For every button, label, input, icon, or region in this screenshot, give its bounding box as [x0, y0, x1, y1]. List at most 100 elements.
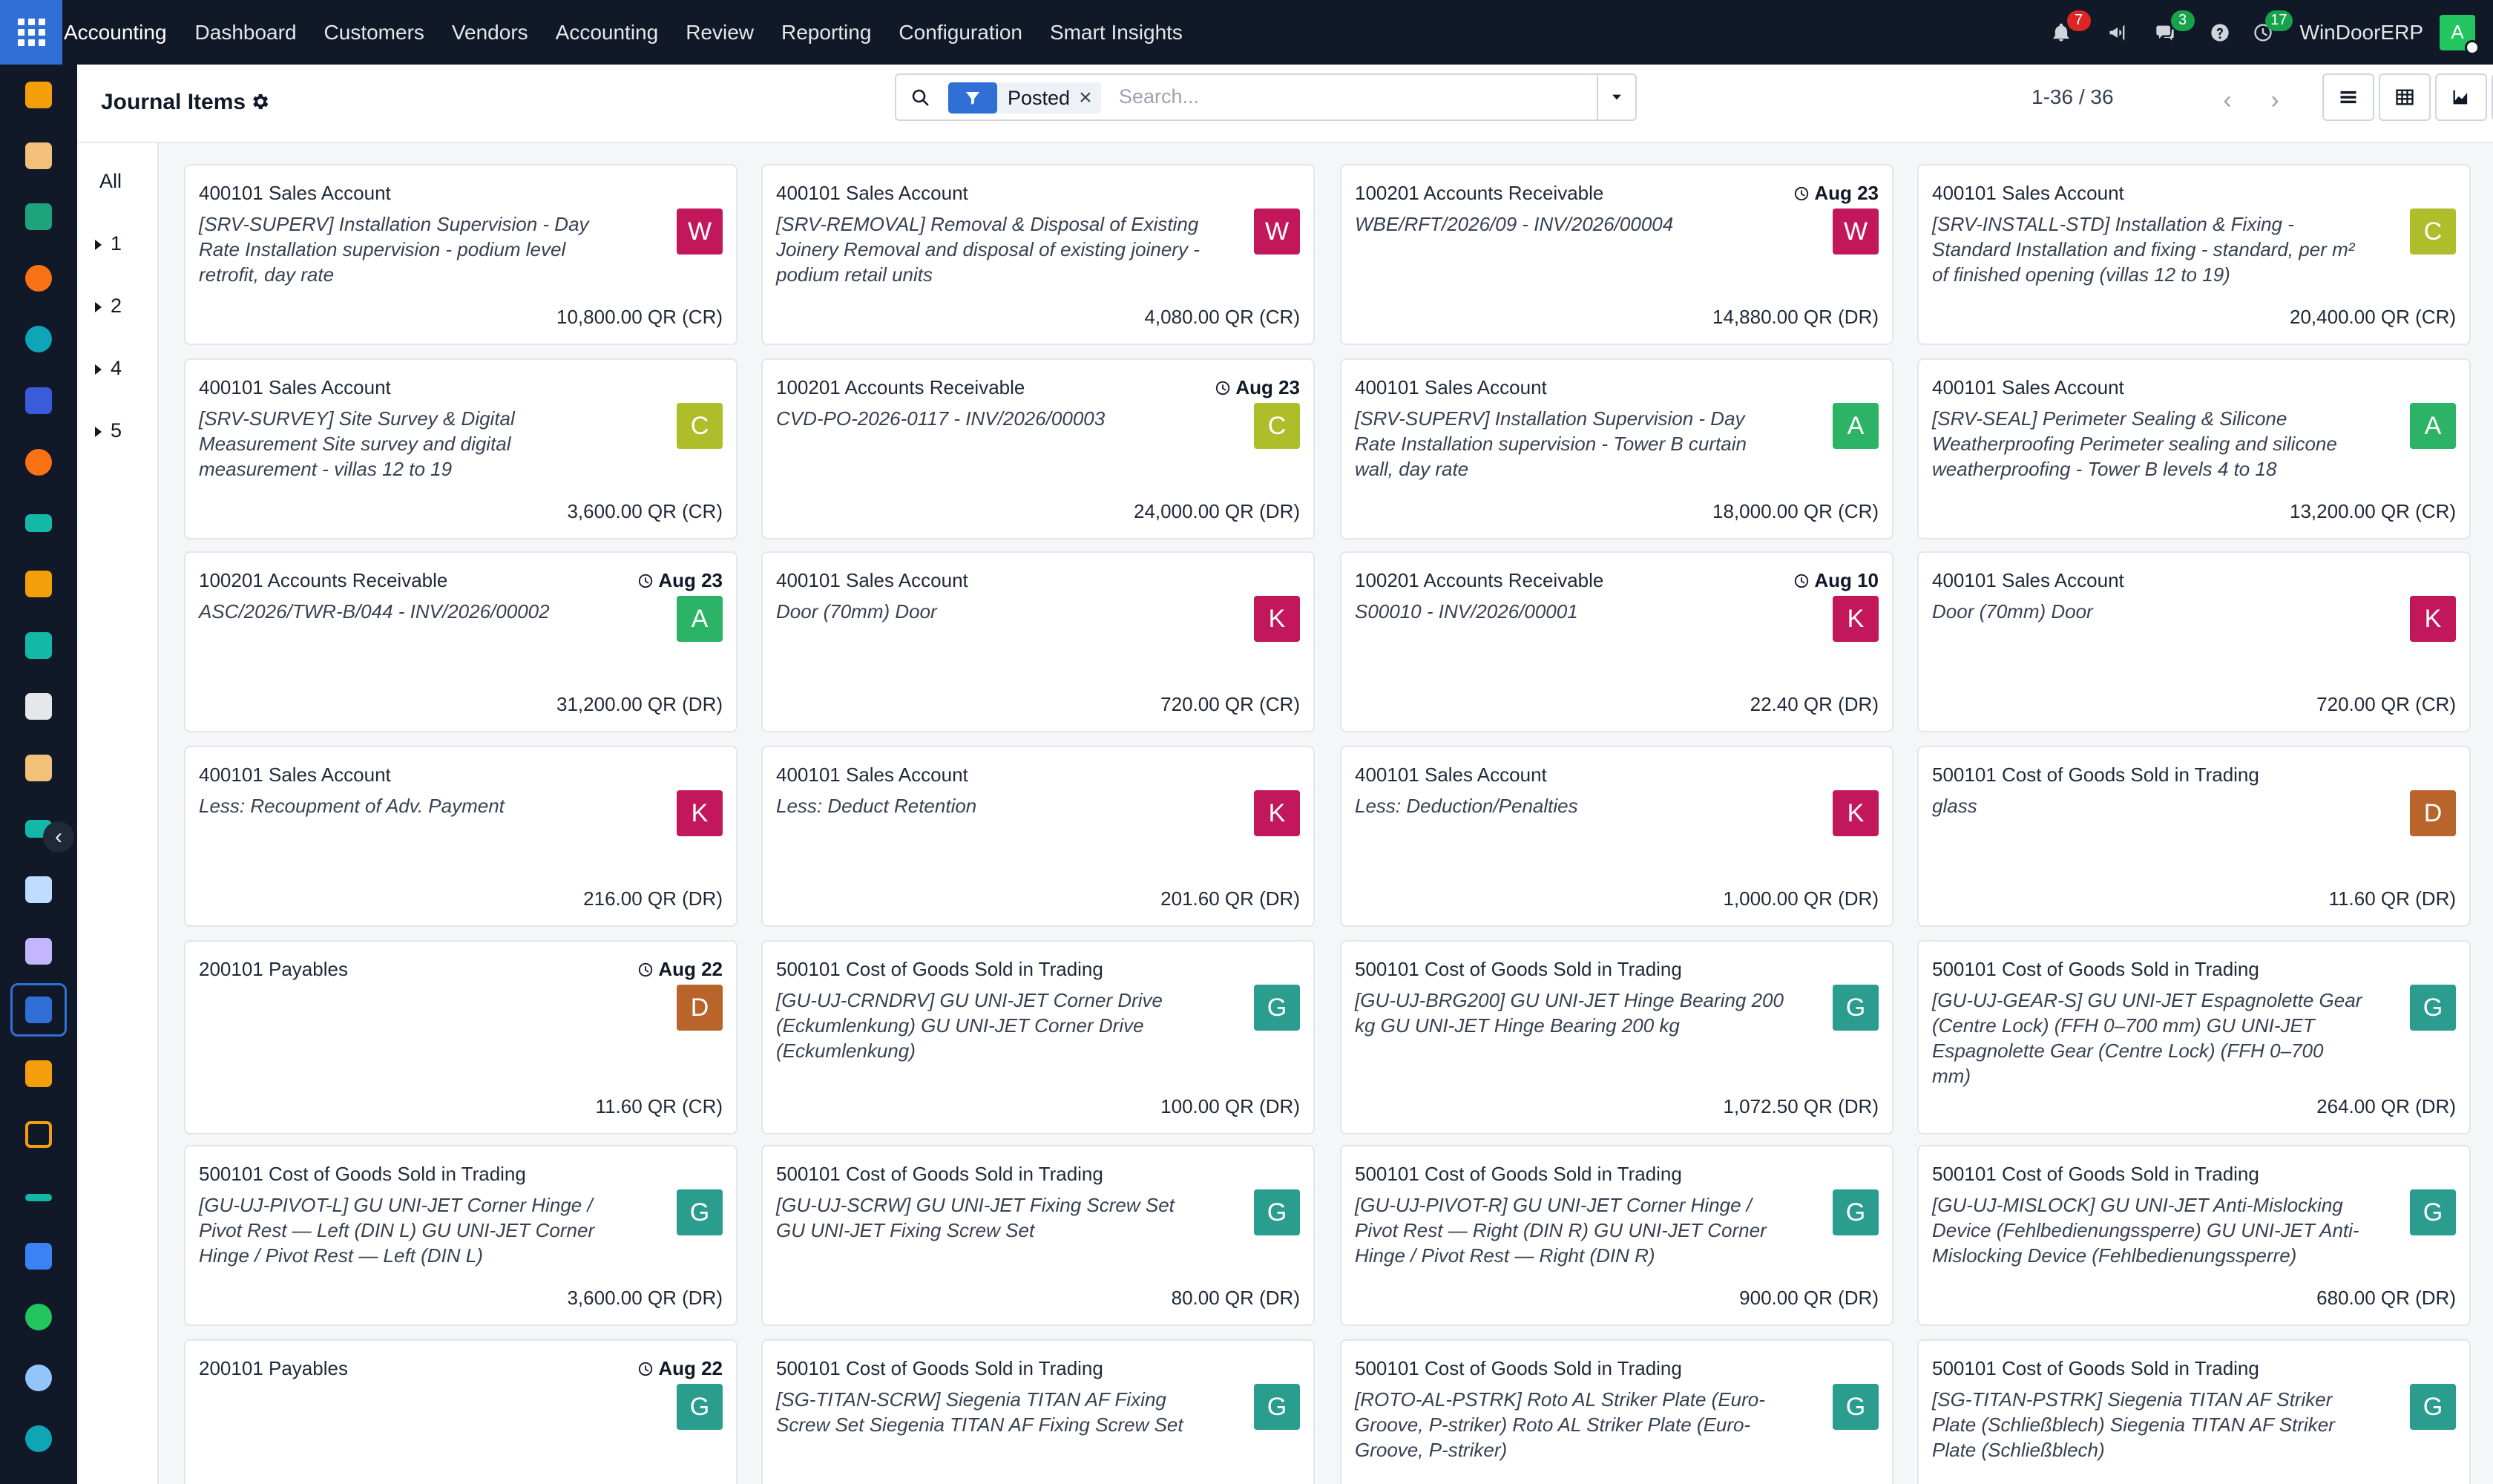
menu-accounting[interactable]: Accounting [556, 21, 659, 45]
journal-item-card[interactable]: 400101 Sales Account Door (70mm) Door K 720… [761, 551, 1315, 732]
partner-avatar[interactable]: G [1254, 1384, 1300, 1430]
whatsapp-app-icon[interactable] [25, 1304, 52, 1330]
team-app-icon[interactable] [25, 1060, 52, 1087]
help-icon[interactable] [2205, 18, 2235, 47]
waves-app-icon[interactable] [25, 1425, 52, 1452]
partner-avatar[interactable]: G [677, 1189, 723, 1235]
journal-item-card[interactable]: 400101 Sales Account Less: Recoupment of … [184, 746, 738, 927]
sign-app-icon[interactable] [25, 1194, 52, 1201]
menu-review[interactable]: Review [686, 21, 754, 45]
partner-avatar[interactable]: C [677, 403, 723, 449]
gear-icon[interactable] [249, 91, 270, 112]
reports-app-icon[interactable] [25, 571, 52, 597]
chart-bars-app-icon[interactable] [25, 82, 52, 108]
menu-reporting[interactable]: Reporting [781, 21, 871, 45]
journal-item-card[interactable]: 500101 Cost of Goods Sold in Trading [SG-… [761, 1339, 1315, 1484]
partner-avatar[interactable]: G [2410, 1384, 2456, 1430]
app-brand[interactable]: Accounting [64, 21, 167, 45]
menu-vendors[interactable]: Vendors [452, 21, 528, 45]
search-options-toggle[interactable] [1597, 75, 1635, 119]
partner-avatar[interactable]: W [677, 209, 723, 255]
pivot-view-button[interactable] [2379, 73, 2431, 121]
partner-avatar[interactable]: K [1254, 596, 1300, 642]
timer-app-icon[interactable] [25, 1365, 52, 1391]
partner-avatar[interactable]: G [2410, 985, 2456, 1031]
page-title[interactable]: Journal Items [101, 90, 246, 115]
ribbon-app-icon[interactable] [25, 514, 52, 532]
journal-item-card[interactable]: 500101 Cost of Goods Sold in Trading [GU-… [1917, 1145, 2471, 1326]
employees-app-icon[interactable] [25, 632, 52, 659]
inventory-app-icon[interactable] [25, 693, 52, 720]
megaphone-icon[interactable] [2103, 18, 2132, 47]
journal-item-card[interactable]: 400101 Sales Account [SRV-INSTALL-STD] In… [1917, 164, 2471, 345]
partner-avatar[interactable]: G [2410, 1189, 2456, 1235]
menu-customers[interactable]: Customers [324, 21, 424, 45]
journal-item-card[interactable]: 400101 Sales Account Less: Deduct Retenti… [761, 746, 1315, 927]
journal-item-card[interactable]: 500101 Cost of Goods Sold in Trading [GU-… [761, 1145, 1315, 1326]
partner-avatar[interactable]: G [1254, 1189, 1300, 1235]
journal-item-card[interactable]: 500101 Cost of Goods Sold in Trading [GU-… [1917, 940, 2471, 1135]
search-input[interactable] [1119, 85, 1564, 108]
journal-item-card[interactable]: 400101 Sales Account Door (70mm) Door K 720… [1917, 551, 2471, 732]
journal-item-card[interactable]: 400101 Sales Account [SRV-SURVEY] Site Su… [184, 358, 738, 539]
journal-item-card[interactable]: 500101 Cost of Goods Sold in Trading [GU-… [1340, 1145, 1893, 1326]
partner-avatar[interactable]: K [1833, 790, 1879, 836]
partner-avatar[interactable]: W [1254, 209, 1300, 255]
journal-item-card[interactable]: 100201 Accounts Receivable Aug 23 WBE/RFT/… [1340, 164, 1893, 345]
graph-view-button[interactable] [2435, 73, 2487, 121]
group-item[interactable]: 2 [95, 295, 122, 318]
journal-item-card[interactable]: 500101 Cost of Goods Sold in Trading [ROT… [1340, 1339, 1893, 1484]
search-icon[interactable] [910, 87, 932, 109]
tools-app-icon[interactable] [25, 755, 52, 781]
journal-item-card[interactable]: 200101 Payables Aug 22 D 11.60 QR (CR) [184, 940, 738, 1135]
chat-app-icon[interactable] [25, 449, 52, 476]
partner-avatar[interactable]: G [1833, 985, 1879, 1031]
partner-avatar[interactable]: K [1833, 596, 1879, 642]
pager-value[interactable]: 1-36 / 36 [2031, 85, 2114, 109]
discuss-app-icon[interactable] [25, 265, 52, 292]
sidebar-collapse-icon[interactable]: ‹ [43, 821, 74, 853]
partner-avatar[interactable]: C [2410, 209, 2456, 255]
partner-avatar[interactable]: C [1254, 403, 1300, 449]
partner-avatar[interactable]: K [1254, 790, 1300, 836]
partner-avatar[interactable]: A [677, 596, 723, 642]
journal-item-card[interactable]: 100201 Accounts Receivable Aug 10 S00010 -… [1340, 551, 1893, 732]
mail-app-icon[interactable] [25, 387, 52, 414]
company-switcher[interactable]: WinDoorERP [2300, 21, 2423, 45]
menu-configuration[interactable]: Configuration [899, 21, 1022, 45]
journal-item-card[interactable]: 400101 Sales Account [SRV-REMOVAL] Remova… [761, 164, 1315, 345]
partner-avatar[interactable]: D [677, 985, 723, 1031]
journal-item-card[interactable]: 500101 Cost of Goods Sold in Trading [GU-… [761, 940, 1315, 1135]
partner-avatar[interactable]: D [2410, 790, 2456, 836]
calendar-app-icon[interactable] [25, 1121, 52, 1148]
menu-dashboard[interactable]: Dashboard [195, 21, 297, 45]
knowledge-app-icon[interactable] [25, 876, 52, 903]
journal-item-card[interactable]: 200101 Payables Aug 22 G [184, 1339, 738, 1484]
journal-item-card[interactable]: 400101 Sales Account [SRV-SUPERV] Install… [1340, 358, 1893, 539]
contacts-app-icon[interactable] [25, 203, 52, 230]
wave-app-icon[interactable] [25, 326, 52, 352]
partner-avatar[interactable]: G [677, 1384, 723, 1430]
clock-activity-icon[interactable]: 17 [2248, 10, 2293, 47]
partner-avatar[interactable]: G [1833, 1384, 1879, 1430]
partner-avatar[interactable]: K [2410, 596, 2456, 642]
menu-smart-insights[interactable]: Smart Insights [1050, 21, 1183, 45]
group-item[interactable]: 5 [95, 419, 122, 442]
pager-next-icon[interactable]: › [2254, 79, 2296, 121]
partner-avatar[interactable]: K [677, 790, 723, 836]
partner-avatar[interactable]: G [1254, 985, 1300, 1031]
messages-icon[interactable]: 3 [2150, 10, 2195, 47]
journal-item-card[interactable]: 100201 Accounts Receivable Aug 23 ASC/2026… [184, 551, 738, 732]
dashboard-app-icon[interactable] [25, 1243, 52, 1270]
journal-item-card[interactable]: 500101 Cost of Goods Sold in Trading glas… [1917, 746, 2471, 927]
group-all[interactable]: All [99, 170, 122, 193]
user-avatar[interactable]: A [2440, 14, 2480, 55]
journal-item-card[interactable]: 400101 Sales Account [SRV-SEAL] Perimeter… [1917, 358, 2471, 539]
list-view-button[interactable] [2322, 73, 2374, 121]
package-app-icon[interactable] [25, 938, 52, 965]
accounting-app-icon[interactable] [25, 997, 52, 1023]
journal-item-card[interactable]: 400101 Sales Account [SRV-SUPERV] Install… [184, 164, 738, 345]
activity-bell-icon[interactable]: 7 [2046, 10, 2091, 47]
journal-item-card[interactable]: 500101 Cost of Goods Sold in Trading [GU-… [1340, 940, 1893, 1135]
facet-remove-icon[interactable]: × [1079, 85, 1092, 111]
